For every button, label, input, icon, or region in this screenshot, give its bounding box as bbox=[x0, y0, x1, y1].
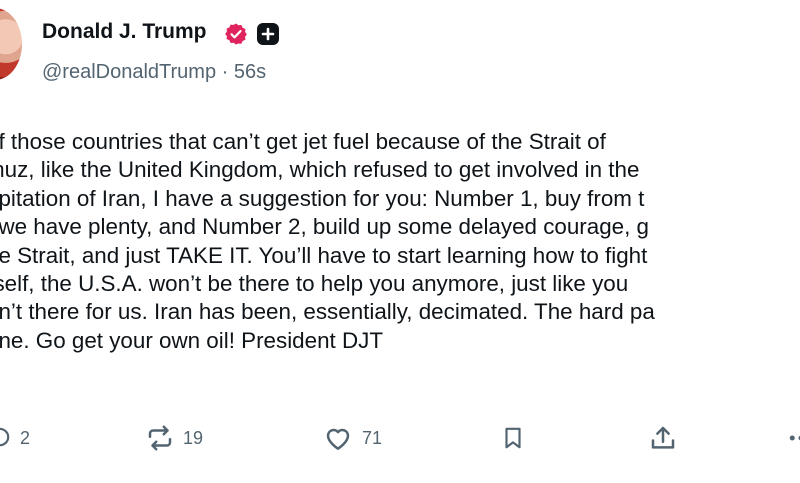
post-line: one. Go get your own oil! President DJT bbox=[0, 327, 384, 353]
post-line: en’t there for us. Iran has been, essent… bbox=[0, 299, 655, 325]
post-line: apitation of Iran, I have a suggestion f… bbox=[0, 185, 645, 211]
post-line: rself, the U.S.A. won’t be there to help… bbox=[0, 271, 629, 297]
share-icon bbox=[651, 426, 675, 449]
post-body: of those countries that can’t get jet fu… bbox=[0, 128, 800, 355]
author-name[interactable]: Donald J. Trump bbox=[42, 20, 207, 44]
post-age[interactable]: 56s bbox=[234, 61, 266, 83]
like-button[interactable]: 71 bbox=[322, 420, 382, 456]
more-icon bbox=[789, 435, 800, 441]
more-button[interactable] bbox=[786, 420, 800, 456]
repost-button[interactable]: 19 bbox=[145, 420, 203, 456]
plus-badge-icon bbox=[257, 23, 279, 45]
bookmark-button[interactable] bbox=[500, 420, 526, 456]
author-handle-line: @realDonaldTrump · 56s bbox=[42, 61, 266, 84]
share-button[interactable] bbox=[648, 420, 678, 456]
heart-icon bbox=[326, 428, 350, 450]
separator: · bbox=[221, 61, 229, 83]
reply-button[interactable]: 2 bbox=[0, 420, 30, 456]
bookmark-icon bbox=[505, 427, 521, 449]
verified-badge-icon bbox=[225, 23, 247, 45]
like-count: 71 bbox=[362, 427, 383, 448]
post-line: muz, like the United Kingdom, which refu… bbox=[0, 157, 640, 183]
repost-count: 19 bbox=[183, 427, 204, 448]
reply-icon bbox=[0, 427, 10, 447]
post-line: he Strait, and just TAKE IT. You’ll have… bbox=[0, 242, 648, 268]
reply-count: 2 bbox=[20, 427, 31, 448]
post-line: , we have plenty, and Number 2, build up… bbox=[0, 214, 650, 240]
repost-icon bbox=[148, 425, 172, 451]
author-handle[interactable]: @realDonaldTrump bbox=[42, 61, 216, 83]
post-line: of those countries that can’t get jet fu… bbox=[0, 129, 606, 154]
author-avatar[interactable] bbox=[0, 8, 22, 80]
